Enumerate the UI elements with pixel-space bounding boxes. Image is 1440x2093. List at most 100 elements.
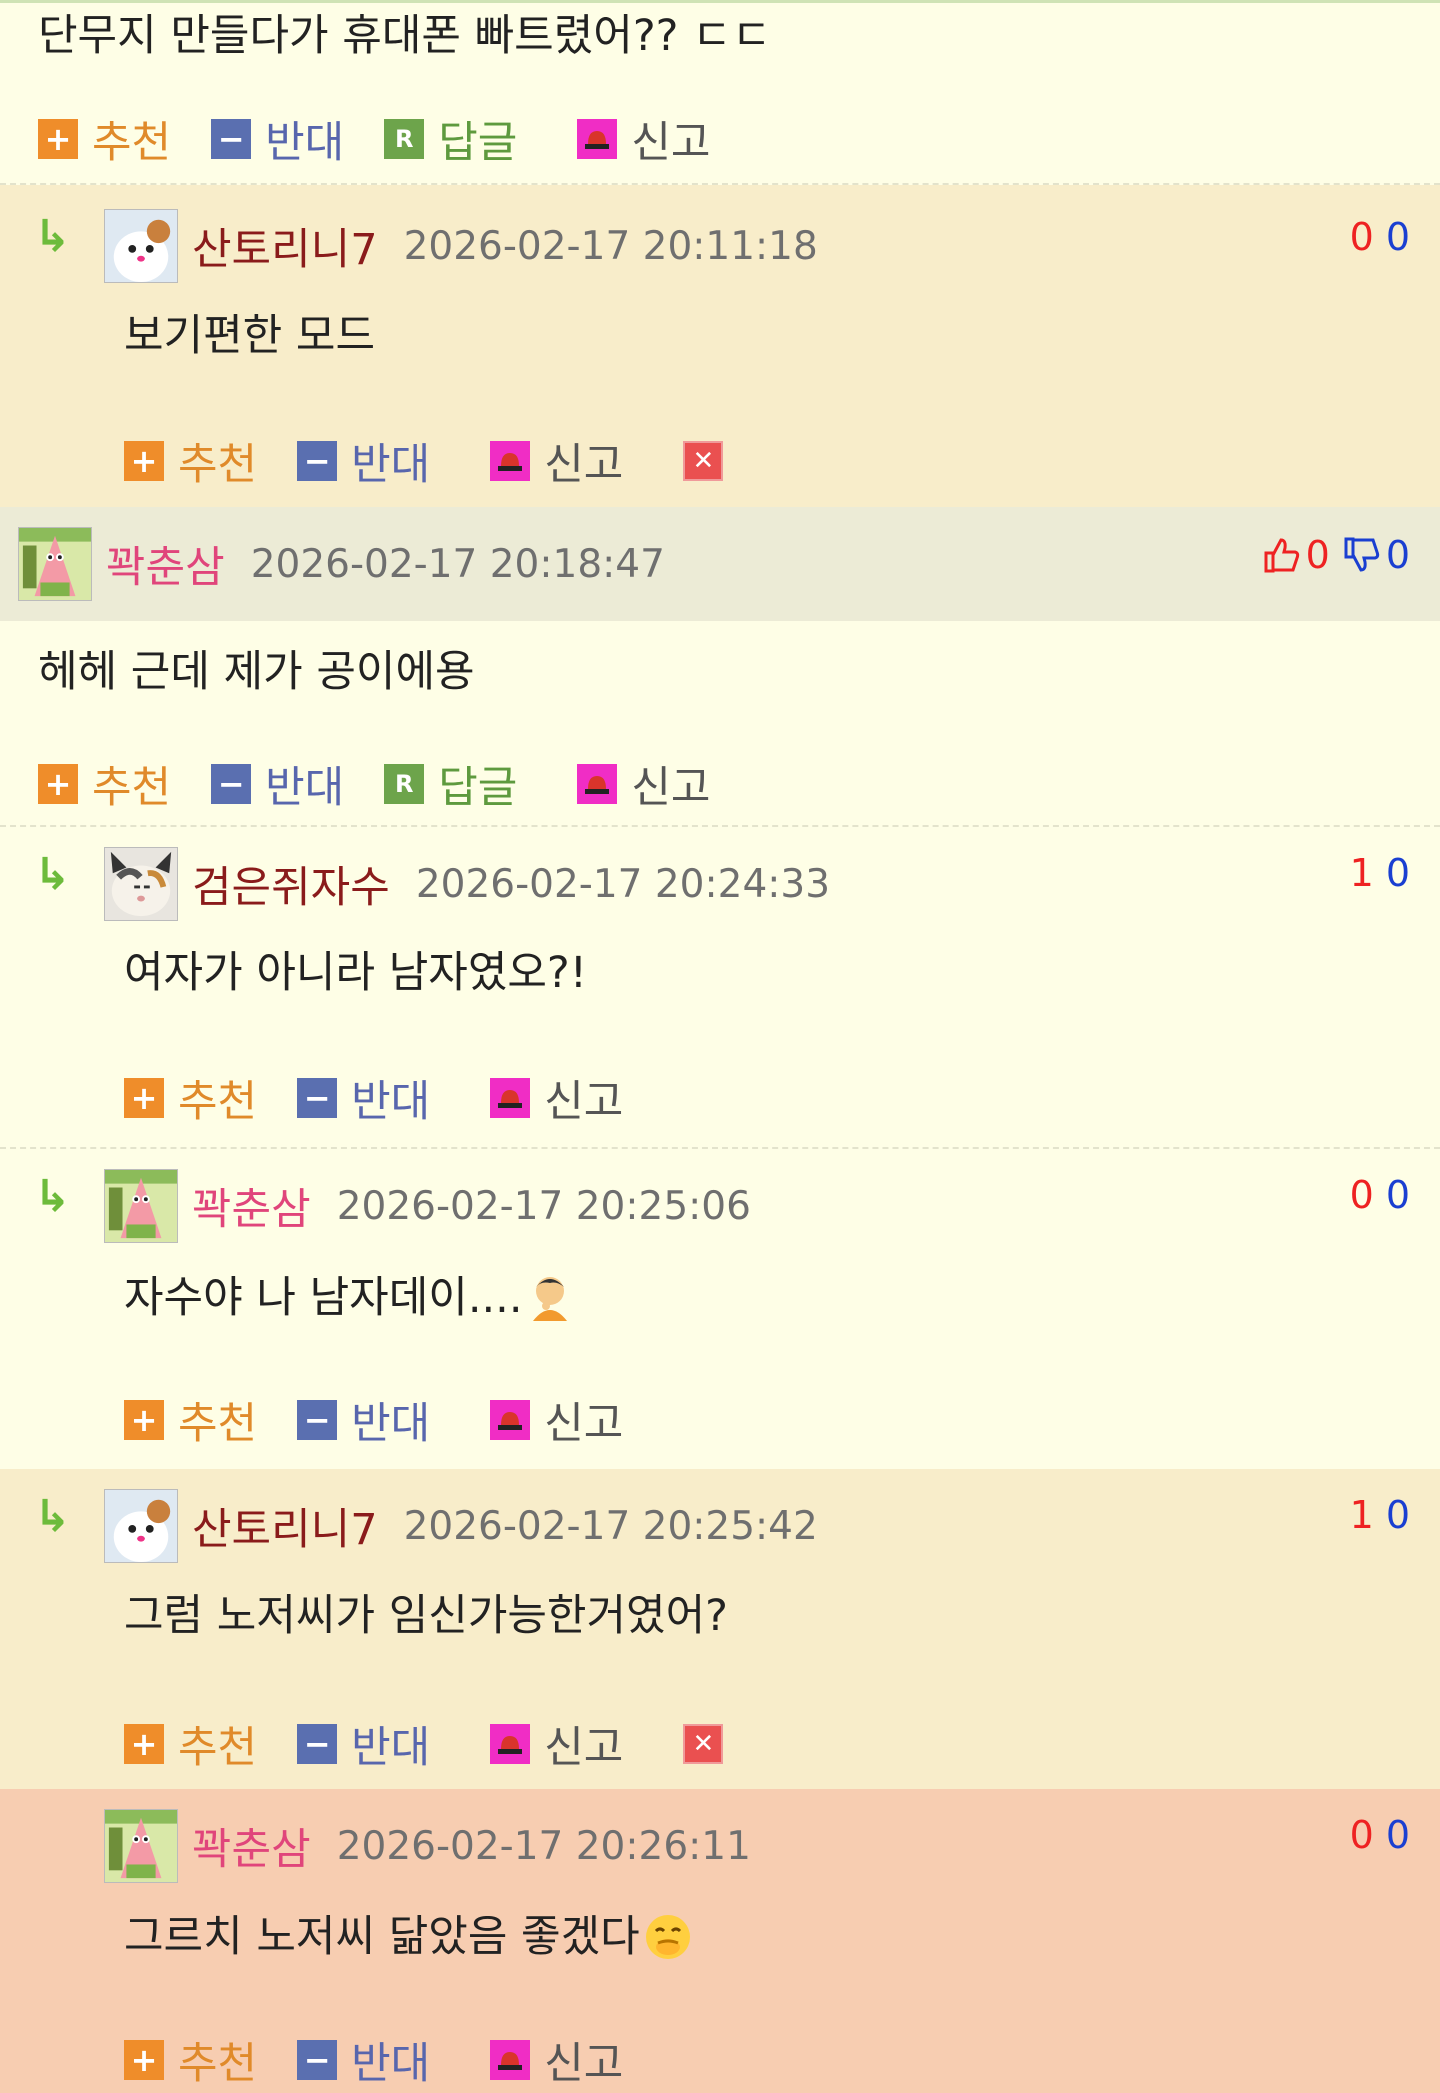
oppose-button[interactable]: − 반대 bbox=[297, 1389, 430, 1451]
comment-2: 꽉춘삼 2026-02-17 20:18:47 0 0 헤헤 근데 제가 공이에… bbox=[0, 507, 1440, 827]
reply-arrow-icon: ↳ bbox=[34, 1171, 71, 1222]
down-count: 0 bbox=[1385, 215, 1410, 259]
oppose-button[interactable]: − 반대 bbox=[297, 2029, 430, 2091]
reply-button[interactable]: R 답글 bbox=[384, 108, 517, 170]
report-button[interactable]: 신고 bbox=[490, 1713, 623, 1775]
timestamp: 2026-02-17 20:26:11 bbox=[336, 1823, 751, 1869]
reply-arrow-icon: ↳ bbox=[34, 849, 71, 900]
close-icon: ✕ bbox=[683, 1724, 724, 1764]
avatar[interactable] bbox=[104, 1809, 178, 1883]
plus-icon: + bbox=[124, 1400, 164, 1440]
recommend-button[interactable]: + 추천 bbox=[38, 108, 171, 170]
alarm-icon bbox=[490, 1724, 531, 1764]
reply-icon: R bbox=[384, 764, 425, 804]
timestamp: 2026-02-17 20:25:42 bbox=[403, 1503, 818, 1549]
emoji-icon bbox=[645, 1915, 690, 1959]
nickname[interactable]: 꽉춘삼 bbox=[192, 1815, 311, 1877]
comment-actions: + 추천 − 반대 R 답글 신고 bbox=[38, 108, 751, 170]
down-count: 0 bbox=[1385, 533, 1410, 577]
reply-icon: R bbox=[384, 119, 425, 159]
recommend-button[interactable]: + 추천 bbox=[124, 1713, 257, 1775]
minus-icon: − bbox=[297, 1724, 338, 1764]
up-count: 1 bbox=[1349, 1493, 1374, 1537]
oppose-button[interactable]: − 반대 bbox=[211, 753, 344, 815]
thumbs-down-icon[interactable] bbox=[1342, 535, 1382, 575]
plus-icon: + bbox=[124, 2040, 164, 2080]
comment-content: 단무지 만들다가 휴대폰 빠트렸어?? ㄷㄷ bbox=[38, 11, 772, 61]
plus-icon: + bbox=[38, 764, 78, 804]
plus-icon: + bbox=[124, 1078, 164, 1118]
vote-score: 00 bbox=[1350, 1813, 1410, 1857]
report-button[interactable]: 신고 bbox=[577, 108, 711, 170]
down-count: 0 bbox=[1385, 1173, 1410, 1217]
comment-1: ↳ 산토리니7 2026-02-17 20:11:18 00 보기편한 모드 +… bbox=[0, 185, 1440, 507]
comment-6: 꽉춘삼 2026-02-17 20:26:11 00 그르치 노저씨 닮았음 좋… bbox=[0, 1789, 1440, 2093]
avatar[interactable] bbox=[18, 527, 92, 601]
down-count: 0 bbox=[1385, 1813, 1410, 1857]
alarm-icon bbox=[490, 1400, 531, 1440]
plus-icon: + bbox=[124, 441, 164, 481]
avatar[interactable] bbox=[104, 1169, 178, 1243]
nickname[interactable]: 꽉춘삼 bbox=[192, 1175, 311, 1237]
minus-icon: − bbox=[211, 119, 252, 159]
nickname[interactable]: 꽉춘삼 bbox=[106, 533, 225, 595]
nickname[interactable]: 산토리니7 bbox=[192, 1495, 378, 1557]
recommend-button[interactable]: + 추천 bbox=[38, 753, 171, 815]
recommend-button[interactable]: + 추천 bbox=[124, 1389, 257, 1451]
reply-button[interactable]: R 답글 bbox=[384, 753, 517, 815]
report-button[interactable]: 신고 bbox=[490, 2029, 623, 2091]
oppose-button[interactable]: − 반대 bbox=[297, 1067, 430, 1129]
comment-content: 보기편한 모드 bbox=[124, 311, 376, 361]
comment-content: 그럼 노저씨가 임신가능한거였어? bbox=[124, 1591, 728, 1641]
up-count: 0 bbox=[1349, 215, 1374, 259]
report-button[interactable]: 신고 bbox=[490, 1389, 623, 1451]
alarm-icon bbox=[490, 1078, 531, 1118]
comment-content: 헤헤 근데 제가 공이에용 bbox=[38, 647, 475, 697]
delete-button[interactable]: ✕ bbox=[683, 1724, 737, 1764]
recommend-button[interactable]: + 추천 bbox=[124, 1067, 257, 1129]
plus-icon: + bbox=[38, 119, 78, 159]
alarm-icon bbox=[577, 119, 618, 159]
minus-icon: − bbox=[211, 764, 252, 804]
recommend-button[interactable]: + 추천 bbox=[124, 2029, 257, 2091]
comment-4: ↳ 꽉춘삼 2026-02-17 20:25:06 00 자수야 나 남자데이.… bbox=[0, 1149, 1440, 1469]
oppose-button[interactable]: − 반대 bbox=[297, 1713, 430, 1775]
up-count: 1 bbox=[1349, 851, 1374, 895]
down-count: 0 bbox=[1385, 1493, 1410, 1537]
alarm-icon bbox=[490, 441, 531, 481]
comment-content: 그르치 노저씨 닮았음 좋겠다 bbox=[124, 1911, 640, 1962]
reply-arrow-icon: ↳ bbox=[34, 211, 71, 262]
oppose-button[interactable]: − 반대 bbox=[211, 108, 344, 170]
minus-icon: − bbox=[297, 1400, 338, 1440]
vote-score: 00 bbox=[1350, 1173, 1410, 1217]
report-button[interactable]: 신고 bbox=[577, 753, 711, 815]
up-count: 0 bbox=[1349, 1173, 1374, 1217]
avatar[interactable] bbox=[104, 209, 178, 283]
comment-content: 자수야 나 남자데이.... bbox=[124, 1272, 523, 1323]
minus-icon: − bbox=[297, 2040, 338, 2080]
timestamp: 2026-02-17 20:18:47 bbox=[250, 541, 665, 587]
timestamp: 2026-02-17 20:11:18 bbox=[403, 223, 818, 269]
down-count: 0 bbox=[1385, 851, 1410, 895]
alarm-icon bbox=[577, 764, 618, 804]
comment-3: ↳ 검은쥐자수 2026-02-17 20:24:33 10 여자가 아니라 남… bbox=[0, 827, 1440, 1149]
report-button[interactable]: 신고 bbox=[490, 1067, 623, 1129]
nickname[interactable]: 산토리니7 bbox=[192, 215, 378, 277]
minus-icon: − bbox=[297, 1078, 338, 1118]
report-button[interactable]: 신고 bbox=[490, 430, 623, 492]
thumbs-up-icon[interactable] bbox=[1262, 535, 1302, 575]
alarm-icon bbox=[490, 2040, 531, 2080]
vote-score: 00 bbox=[1350, 215, 1410, 259]
vote-score: 10 bbox=[1350, 1493, 1410, 1537]
up-count: 0 bbox=[1349, 1813, 1374, 1857]
comment-5: ↳ 산토리니7 2026-02-17 20:25:42 10 그럼 노저씨가 임… bbox=[0, 1469, 1440, 1789]
vote-score: 10 bbox=[1350, 851, 1410, 895]
avatar[interactable] bbox=[104, 1489, 178, 1563]
nickname[interactable]: 검은쥐자수 bbox=[192, 853, 390, 915]
plus-icon: + bbox=[124, 1724, 164, 1764]
oppose-button[interactable]: − 반대 bbox=[297, 430, 430, 492]
avatar[interactable] bbox=[104, 847, 178, 921]
recommend-button[interactable]: + 추천 bbox=[124, 430, 257, 492]
comment-0: 단무지 만들다가 휴대폰 빠트렸어?? ㄷㄷ + 추천 − 반대 R 답글 신고 bbox=[0, 3, 1440, 185]
delete-button[interactable]: ✕ bbox=[683, 441, 737, 481]
